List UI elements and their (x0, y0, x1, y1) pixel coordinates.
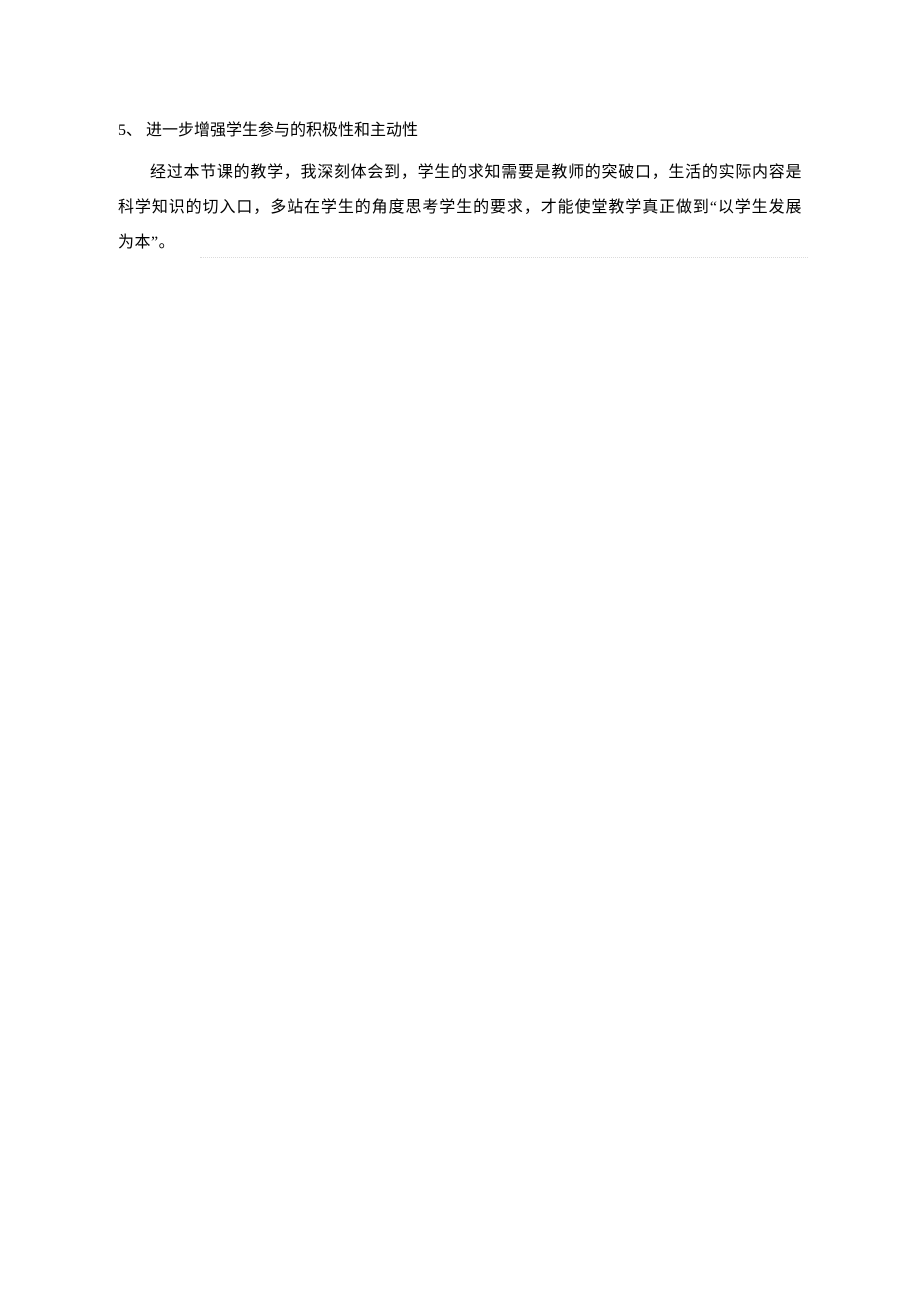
numbered-list-item: 5、进一步增强学生参与的积极性和主动性 (118, 115, 802, 147)
item-number: 5、 (118, 122, 142, 139)
divider-line (200, 257, 808, 258)
item-text: 进一步增强学生参与的积极性和主动性 (146, 122, 418, 139)
body-paragraph: 经过本节课的教学，我深刻体会到，学生的求知需要是教师的突破口，生活的实际内容是科… (118, 155, 802, 261)
document-page: 5、进一步增强学生参与的积极性和主动性 经过本节课的教学，我深刻体会到，学生的求… (0, 0, 920, 261)
